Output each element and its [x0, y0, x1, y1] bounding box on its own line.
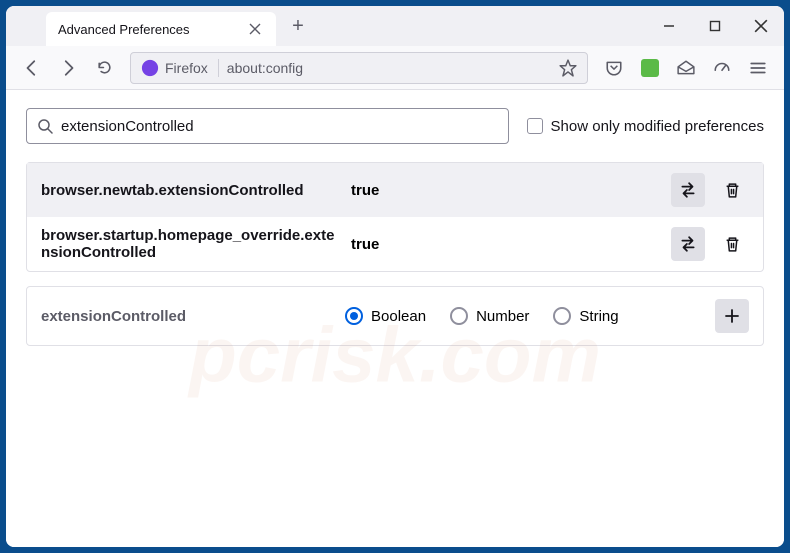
dashboard-icon[interactable]	[706, 52, 738, 84]
browser-toolbar: Firefox about:config	[6, 46, 784, 90]
trash-icon	[724, 182, 741, 199]
menu-button[interactable]	[742, 52, 774, 84]
pref-value: true	[351, 236, 661, 253]
trash-icon	[724, 236, 741, 253]
type-boolean-radio[interactable]: Boolean	[345, 307, 426, 325]
preferences-table: browser.newtab.extensionControlled true …	[26, 162, 764, 272]
url-text: about:config	[227, 60, 551, 76]
close-window-button[interactable]	[738, 6, 784, 46]
extension-icon[interactable]	[634, 52, 666, 84]
pref-row: browser.newtab.extensionControlled true	[27, 163, 763, 217]
radio-icon	[345, 307, 363, 325]
new-pref-name: extensionControlled	[41, 308, 321, 325]
pref-name: browser.startup.homepage_override.extens…	[41, 227, 341, 261]
close-tab-icon[interactable]	[246, 20, 264, 38]
identity-box[interactable]: Firefox	[141, 59, 219, 77]
url-bar[interactable]: Firefox about:config	[130, 52, 588, 84]
search-input[interactable]	[61, 118, 498, 135]
reload-button[interactable]	[88, 52, 120, 84]
search-icon	[37, 118, 53, 134]
pref-value: true	[351, 182, 661, 199]
maximize-button[interactable]	[692, 6, 738, 46]
radio-label: Number	[476, 308, 529, 325]
toggle-button[interactable]	[671, 173, 705, 207]
radio-icon	[450, 307, 468, 325]
type-string-radio[interactable]: String	[553, 307, 618, 325]
toggle-button[interactable]	[671, 227, 705, 261]
swap-icon	[679, 235, 697, 253]
radio-label: Boolean	[371, 308, 426, 325]
forward-button[interactable]	[52, 52, 84, 84]
minimize-button[interactable]	[646, 6, 692, 46]
bookmark-star-icon[interactable]	[559, 59, 577, 77]
radio-icon	[553, 307, 571, 325]
back-button[interactable]	[16, 52, 48, 84]
swap-icon	[679, 181, 697, 199]
browser-tab[interactable]: Advanced Preferences	[46, 12, 276, 46]
show-modified-label: Show only modified preferences	[551, 118, 764, 135]
page-content: pcrisk.com Show only modified preference…	[6, 90, 784, 547]
checkbox-icon[interactable]	[527, 118, 543, 134]
new-tab-button[interactable]: +	[284, 12, 312, 40]
radio-label: String	[579, 308, 618, 325]
add-pref-button[interactable]	[715, 299, 749, 333]
show-modified-toggle[interactable]: Show only modified preferences	[527, 118, 764, 135]
new-pref-row: extensionControlled Boolean Number Strin…	[26, 286, 764, 346]
window-titlebar: Advanced Preferences +	[6, 6, 784, 46]
tab-title: Advanced Preferences	[58, 22, 246, 37]
delete-button[interactable]	[715, 227, 749, 261]
type-number-radio[interactable]: Number	[450, 307, 529, 325]
pref-row: browser.startup.homepage_override.extens…	[27, 217, 763, 271]
inbox-icon[interactable]	[670, 52, 702, 84]
identity-label: Firefox	[165, 60, 208, 76]
firefox-icon	[141, 59, 159, 77]
config-search-box[interactable]	[26, 108, 509, 144]
delete-button[interactable]	[715, 173, 749, 207]
plus-icon	[724, 308, 740, 324]
pocket-icon[interactable]	[598, 52, 630, 84]
pref-name: browser.newtab.extensionControlled	[41, 182, 341, 199]
